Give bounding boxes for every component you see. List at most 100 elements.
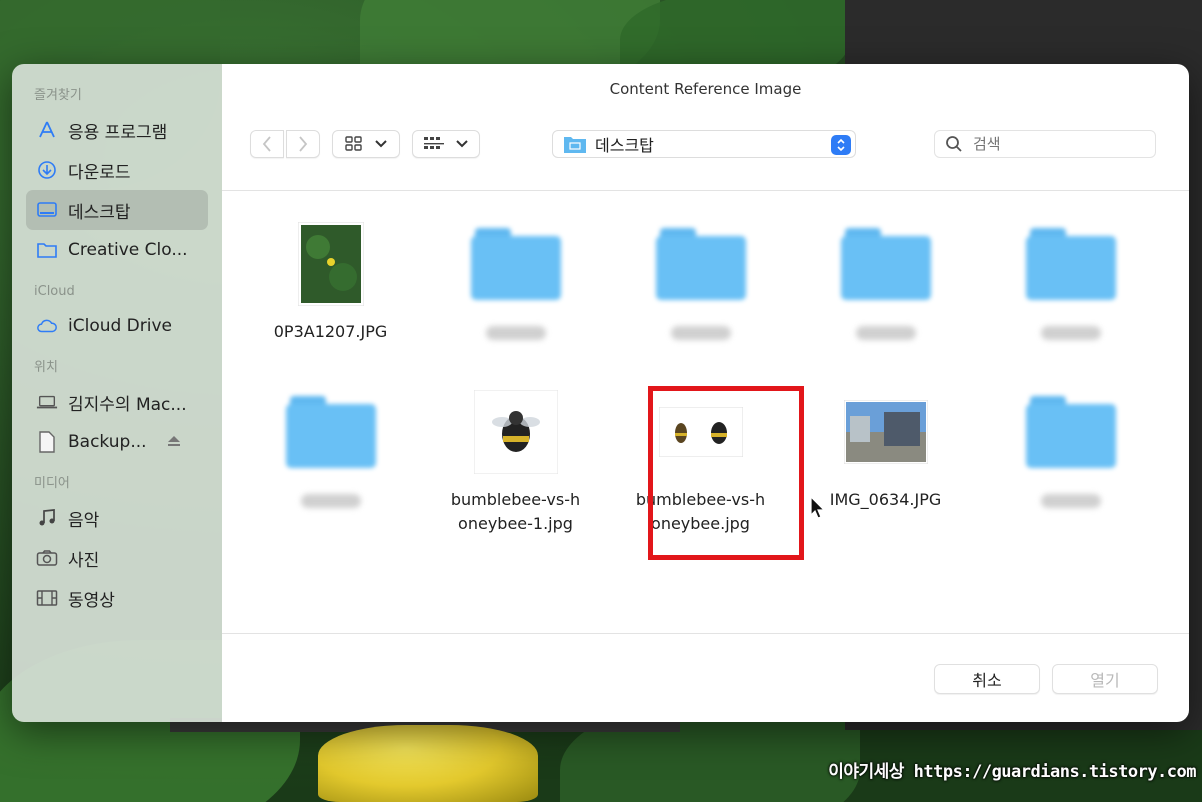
file-open-dialog: 즐겨찾기 응용 프로그램 다운로드 데스크탑 Creative Clo... iCloud…	[12, 64, 1189, 722]
sidebar-item[interactable]: iCloud Drive	[26, 306, 208, 346]
sidebar-item-label: 음악	[68, 510, 100, 531]
sidebar-item[interactable]: 데스크탑	[26, 190, 208, 230]
cancel-button[interactable]: 취소	[934, 664, 1040, 694]
folder-icon	[655, 228, 746, 300]
folder-item[interactable]	[238, 382, 423, 508]
thumbnail-area	[423, 214, 608, 314]
blurred-file-name	[485, 326, 546, 340]
folder-icon	[1025, 228, 1116, 300]
sidebar-item[interactable]: 사진	[26, 538, 208, 578]
sidebar-item-label: iCloud Drive	[68, 316, 173, 336]
sidebar-item[interactable]: 음악	[26, 498, 208, 538]
sidebar-item[interactable]: Creative Clo...	[26, 230, 208, 270]
folder-item[interactable]	[608, 214, 793, 340]
sidebar-item[interactable]: 다운로드	[26, 150, 208, 190]
image-thumbnail	[473, 390, 558, 474]
folder-icon	[470, 228, 561, 300]
thumbnail-area	[978, 382, 1163, 482]
sidebar-item[interactable]: 응용 프로그램	[26, 110, 208, 150]
file-item[interactable]: IMG_0634.JPG	[793, 382, 978, 512]
location-label: 데스크탑	[595, 136, 654, 155]
footer-divider	[222, 633, 1189, 634]
sidebar-item[interactable]: Backup...	[26, 422, 208, 462]
blurred-file-name	[670, 326, 731, 340]
open-button[interactable]: 열기	[1052, 664, 1158, 694]
search-input[interactable]	[971, 134, 1135, 154]
sidebar-section-title: 미디어	[34, 476, 70, 491]
sidebar-item[interactable]: 김지수의 Mac...	[26, 382, 208, 422]
folder-item[interactable]	[978, 382, 1163, 508]
file-item[interactable]: bumblebee-vs-honeybee-1.jpg	[423, 382, 608, 536]
folder-item[interactable]	[793, 214, 978, 340]
blurred-file-name	[300, 494, 361, 508]
sidebar-section-title: 위치	[34, 360, 58, 375]
thumbnail-area	[238, 382, 423, 482]
thumbnail-area	[608, 214, 793, 314]
document-icon	[36, 431, 58, 453]
desktop-icon	[36, 199, 58, 221]
chevron-down-icon	[375, 140, 387, 148]
dialog-title: Content Reference Image	[609, 80, 802, 98]
sidebar-item-label: 데스크탑	[68, 202, 131, 223]
chevron-left-icon	[262, 136, 271, 152]
folder-icon	[1025, 396, 1116, 468]
search-field[interactable]	[934, 130, 1156, 158]
laptop-icon	[36, 391, 58, 413]
blurred-file-name	[855, 326, 916, 340]
file-name: 0P3A1207.JPG	[273, 322, 388, 341]
film-icon	[36, 587, 58, 609]
thumbnail-area	[238, 214, 423, 314]
camera-icon	[36, 547, 58, 569]
search-icon	[946, 136, 962, 152]
selection-highlight-box	[648, 386, 804, 560]
toolbar: 데스크탑	[222, 130, 1189, 160]
thumbnail-area	[978, 214, 1163, 314]
blurred-file-name	[1040, 494, 1101, 508]
location-arrows-icon	[831, 135, 851, 155]
download-icon	[36, 159, 58, 181]
folder-icon	[36, 239, 58, 261]
cloud-icon	[36, 315, 58, 337]
back-button[interactable]	[250, 130, 284, 158]
desktop-folder-icon	[564, 137, 586, 153]
folder-icon	[285, 396, 376, 468]
blurred-file-name	[1040, 326, 1101, 340]
chevron-down-icon	[456, 140, 468, 148]
eject-icon[interactable]	[167, 432, 181, 452]
group-button[interactable]	[412, 130, 480, 158]
yellow-flower	[318, 725, 538, 802]
sidebar-section-title: iCloud	[34, 284, 75, 299]
file-name: bumblebee-vs-honeybee-1.jpg	[450, 490, 581, 533]
file-browser: Content Reference Image 데스크탑 검색 0P3A1207…	[222, 64, 1189, 722]
mouse-pointer-icon	[810, 496, 826, 519]
watermark: 이야기세상 https://guardians.tistory.com	[828, 762, 1196, 782]
toolbar-divider	[222, 190, 1189, 191]
sidebar-item-label: 응용 프로그램	[68, 122, 168, 143]
sidebar-item-label: 다운로드	[68, 162, 131, 183]
sidebar-section-title: 즐겨찾기	[34, 88, 82, 103]
folder-icon	[840, 228, 931, 300]
thumbnail-area	[423, 382, 608, 482]
image-thumbnail	[297, 222, 364, 306]
chevron-right-icon	[299, 136, 308, 152]
icon-grid-icon	[345, 136, 362, 151]
group-icon	[424, 137, 444, 149]
sidebar-item-label: Backup...	[68, 432, 147, 452]
applications-icon	[36, 119, 58, 141]
music-icon	[36, 507, 58, 529]
image-thumbnail	[843, 400, 928, 464]
forward-button[interactable]	[286, 130, 320, 158]
sidebar-item[interactable]: 동영상	[26, 578, 208, 618]
location-popup[interactable]: 데스크탑	[552, 130, 856, 158]
sidebar-item-label: 사진	[68, 550, 100, 571]
sidebar-item-label: 김지수의 Mac...	[68, 394, 187, 415]
thumbnail-area	[793, 382, 978, 482]
sidebar-item-label: Creative Clo...	[68, 240, 188, 260]
sidebar-item-label: 동영상	[68, 590, 115, 611]
view-mode-button[interactable]	[332, 130, 400, 158]
folder-item[interactable]	[978, 214, 1163, 340]
sidebar: 즐겨찾기응용 프로그램다운로드데스크탑 Creative Clo... iCloud…	[12, 64, 222, 722]
folder-item[interactable]	[423, 214, 608, 340]
thumbnail-area	[793, 214, 978, 314]
file-item[interactable]: 0P3A1207.JPG	[238, 214, 423, 344]
